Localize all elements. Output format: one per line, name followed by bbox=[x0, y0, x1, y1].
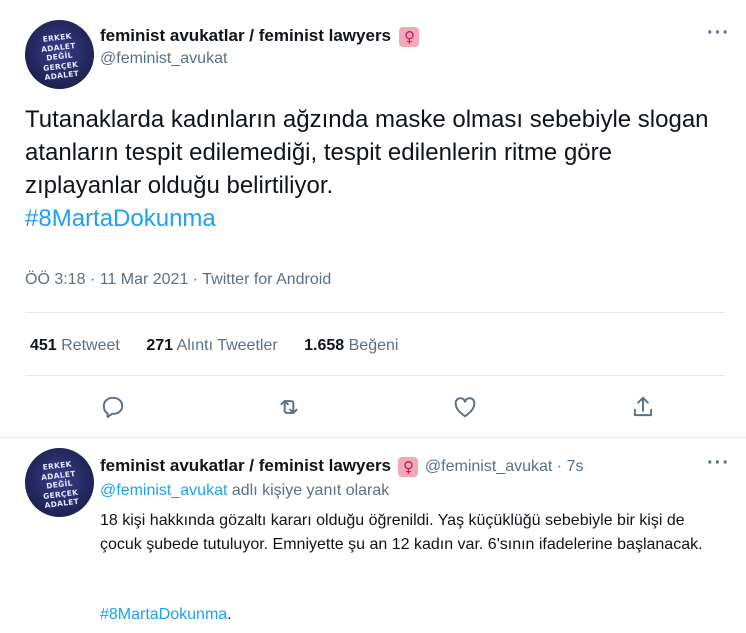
hashtag-period: . bbox=[227, 606, 232, 623]
separator-dot: · bbox=[556, 458, 563, 475]
reply-icon[interactable] bbox=[100, 394, 126, 420]
divider bbox=[25, 312, 725, 313]
tweet-text: Tutanaklarda kadınların ağzında maske ol… bbox=[25, 106, 709, 232]
quote-stat[interactable]: 271 Alıntı Tweetler bbox=[146, 337, 277, 354]
stats-row: 451 Retweet 271 Alıntı Tweetler 1.658 Be… bbox=[30, 337, 398, 355]
share-icon[interactable] bbox=[630, 394, 656, 420]
reply-hashtag-line: #8MartaDokunma. bbox=[100, 603, 232, 627]
hashtag-link[interactable]: #8MartaDokunma bbox=[25, 205, 216, 232]
retweet-icon[interactable] bbox=[276, 394, 302, 420]
reply-more-options-icon[interactable]: ··· bbox=[707, 452, 730, 475]
display-name[interactable]: feminist avukatlar / feminist lawyers bbox=[100, 26, 391, 45]
like-icon[interactable] bbox=[452, 394, 478, 420]
replying-to: @feminist_avukat adlı kişiye yanıt olara… bbox=[100, 482, 389, 500]
reply-author-line: feminist avukatlar / feminist lawyers ♀ … bbox=[100, 456, 583, 477]
reply-avatar[interactable]: ERKEK ADALET DEĞİL GERÇEK ADALET bbox=[25, 448, 94, 517]
reply-handle[interactable]: @feminist_avukat bbox=[425, 458, 552, 475]
reply-time[interactable]: 7s bbox=[567, 458, 584, 475]
avatar-text: ERKEK ADALET DEĞİL GERÇEK ADALET bbox=[40, 459, 80, 510]
replying-to-text: adlı kişiye yanıt olarak bbox=[231, 482, 390, 499]
divider bbox=[0, 437, 746, 438]
handle[interactable]: @feminist_avukat bbox=[100, 50, 227, 68]
venus-icon: ♀ bbox=[399, 26, 420, 47]
replying-to-handle[interactable]: @feminist_avukat bbox=[100, 482, 227, 499]
avatar[interactable]: ERKEK ADALET DEĞİL GERÇEK ADALET bbox=[25, 20, 94, 89]
avatar-text: ERKEK ADALET DEĞİL GERÇEK ADALET bbox=[40, 31, 80, 82]
like-stat[interactable]: 1.658 Beğeni bbox=[304, 337, 398, 354]
author-line: feminist avukatlar / feminist lawyers ♀ bbox=[100, 26, 420, 47]
reply-display-name[interactable]: feminist avukatlar / feminist lawyers bbox=[100, 456, 391, 475]
reply-hashtag-link[interactable]: #8MartaDokunma bbox=[100, 606, 227, 623]
retweet-stat[interactable]: 451 Retweet bbox=[30, 337, 120, 354]
divider bbox=[25, 375, 725, 376]
venus-icon: ♀ bbox=[398, 456, 419, 477]
tweet-timestamp[interactable]: ÖÖ 3:18 · 11 Mar 2021 · Twitter for Andr… bbox=[25, 271, 331, 289]
reply-text: 18 kişi hakkında gözaltı kararı olduğu ö… bbox=[100, 512, 703, 553]
more-options-icon[interactable]: ··· bbox=[707, 22, 730, 45]
